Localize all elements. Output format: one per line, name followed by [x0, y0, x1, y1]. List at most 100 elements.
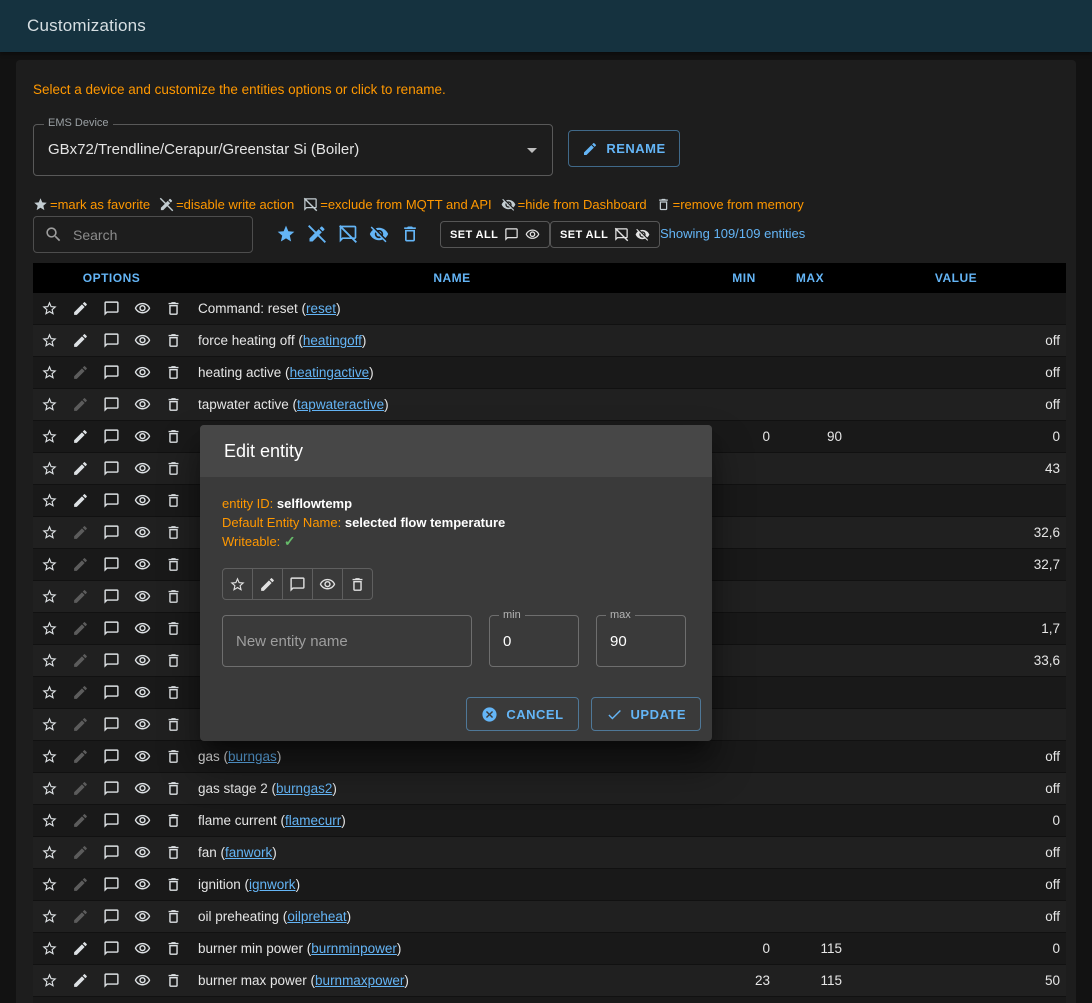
comment-icon[interactable]: [103, 620, 120, 637]
edit-icon[interactable]: [72, 940, 89, 957]
comment-icon[interactable]: [103, 908, 120, 925]
table-row[interactable]: burner max power (burnmaxpower) 23 115 5…: [33, 965, 1066, 997]
favorite-star-icon[interactable]: [41, 332, 58, 349]
trash-icon[interactable]: [165, 428, 182, 445]
edit-icon[interactable]: [72, 812, 89, 829]
trash-icon[interactable]: [165, 364, 182, 381]
entity-code-link[interactable]: burnmaxpower: [315, 973, 404, 988]
filter-exclude-mqtt-button[interactable]: [332, 218, 363, 250]
table-row[interactable]: burner min power (burnminpower) 0 115 0: [33, 933, 1066, 965]
entity-code-link[interactable]: burnminpower: [311, 941, 397, 956]
update-button[interactable]: UPDATE: [591, 697, 701, 731]
favorite-star-icon[interactable]: [41, 620, 58, 637]
edit-icon[interactable]: [72, 876, 89, 893]
set-all-visible-button[interactable]: SET ALL: [440, 221, 550, 248]
entity-code-link[interactable]: tapwateractive: [297, 397, 384, 412]
comment-icon[interactable]: [103, 780, 120, 797]
favorite-star-icon[interactable]: [41, 396, 58, 413]
eye-icon[interactable]: [134, 812, 151, 829]
edit-icon[interactable]: [72, 716, 89, 733]
edit-icon[interactable]: [72, 588, 89, 605]
trash-icon[interactable]: [165, 748, 182, 765]
trash-icon[interactable]: [165, 300, 182, 317]
eye-icon[interactable]: [134, 524, 151, 541]
table-row[interactable]: tapwater active (tapwateractive) off: [33, 389, 1066, 421]
eye-icon[interactable]: [134, 908, 151, 925]
eye-icon[interactable]: [134, 556, 151, 573]
eye-icon[interactable]: [134, 652, 151, 669]
trash-icon[interactable]: [165, 460, 182, 477]
edit-icon[interactable]: [72, 684, 89, 701]
new-entity-name-field[interactable]: [222, 615, 472, 667]
trash-icon[interactable]: [165, 876, 182, 893]
filter-remove-button[interactable]: [394, 218, 425, 250]
eye-icon[interactable]: [134, 364, 151, 381]
favorite-star-icon[interactable]: [41, 972, 58, 989]
entity-code-link[interactable]: oilpreheat: [287, 909, 346, 924]
dialog-remove-toggle[interactable]: [342, 568, 373, 600]
favorite-star-icon[interactable]: [41, 940, 58, 957]
comment-icon[interactable]: [103, 876, 120, 893]
table-row[interactable]: Command: reset (reset): [33, 293, 1066, 325]
table-row[interactable]: heating active (heatingactive) off: [33, 357, 1066, 389]
dialog-write-toggle[interactable]: [252, 568, 283, 600]
favorite-star-icon[interactable]: [41, 556, 58, 573]
trash-icon[interactable]: [165, 940, 182, 957]
eye-icon[interactable]: [134, 396, 151, 413]
dialog-mqtt-toggle[interactable]: [282, 568, 313, 600]
table-row[interactable]: gas (burngas) off: [33, 741, 1066, 773]
edit-icon[interactable]: [72, 780, 89, 797]
trash-icon[interactable]: [165, 812, 182, 829]
favorite-star-icon[interactable]: [41, 684, 58, 701]
filter-disable-write-button[interactable]: [301, 218, 332, 250]
trash-icon[interactable]: [165, 332, 182, 349]
eye-icon[interactable]: [134, 492, 151, 509]
eye-icon[interactable]: [134, 844, 151, 861]
table-row[interactable]: gas stage 2 (burngas2) off: [33, 773, 1066, 805]
edit-icon[interactable]: [72, 460, 89, 477]
comment-icon[interactable]: [103, 716, 120, 733]
favorite-star-icon[interactable]: [41, 300, 58, 317]
comment-icon[interactable]: [103, 972, 120, 989]
trash-icon[interactable]: [165, 652, 182, 669]
eye-icon[interactable]: [134, 460, 151, 477]
comment-icon[interactable]: [103, 364, 120, 381]
comment-icon[interactable]: [103, 396, 120, 413]
search-field[interactable]: [33, 216, 253, 253]
trash-icon[interactable]: [165, 492, 182, 509]
favorite-star-icon[interactable]: [41, 460, 58, 477]
edit-icon[interactable]: [72, 300, 89, 317]
favorite-star-icon[interactable]: [41, 588, 58, 605]
min-input[interactable]: [490, 616, 578, 666]
trash-icon[interactable]: [165, 524, 182, 541]
trash-icon[interactable]: [165, 588, 182, 605]
table-row[interactable]: flame current (flamecurr) 0: [33, 805, 1066, 837]
table-row[interactable]: oil preheating (oilpreheat) off: [33, 901, 1066, 933]
edit-icon[interactable]: [72, 524, 89, 541]
table-row[interactable]: fan (fanwork) off: [33, 837, 1066, 869]
eye-icon[interactable]: [134, 940, 151, 957]
search-input[interactable]: [71, 226, 235, 244]
entity-code-link[interactable]: heatingactive: [290, 365, 370, 380]
max-field[interactable]: max: [596, 615, 686, 667]
favorite-star-icon[interactable]: [41, 908, 58, 925]
comment-icon[interactable]: [103, 556, 120, 573]
trash-icon[interactable]: [165, 684, 182, 701]
comment-icon[interactable]: [103, 428, 120, 445]
table-row[interactable]: force heating off (heatingoff) off: [33, 325, 1066, 357]
table-row[interactable]: [33, 997, 1066, 1003]
dialog-visibility-toggle[interactable]: [312, 568, 343, 600]
rename-button[interactable]: RENAME: [568, 130, 680, 167]
favorite-star-icon[interactable]: [41, 652, 58, 669]
entity-code-link[interactable]: fanwork: [225, 845, 272, 860]
edit-icon[interactable]: [72, 748, 89, 765]
comment-icon[interactable]: [103, 844, 120, 861]
eye-icon[interactable]: [134, 428, 151, 445]
eye-icon[interactable]: [134, 300, 151, 317]
trash-icon[interactable]: [165, 972, 182, 989]
trash-icon[interactable]: [165, 620, 182, 637]
trash-icon[interactable]: [165, 396, 182, 413]
eye-icon[interactable]: [134, 972, 151, 989]
comment-icon[interactable]: [103, 684, 120, 701]
eye-icon[interactable]: [134, 876, 151, 893]
